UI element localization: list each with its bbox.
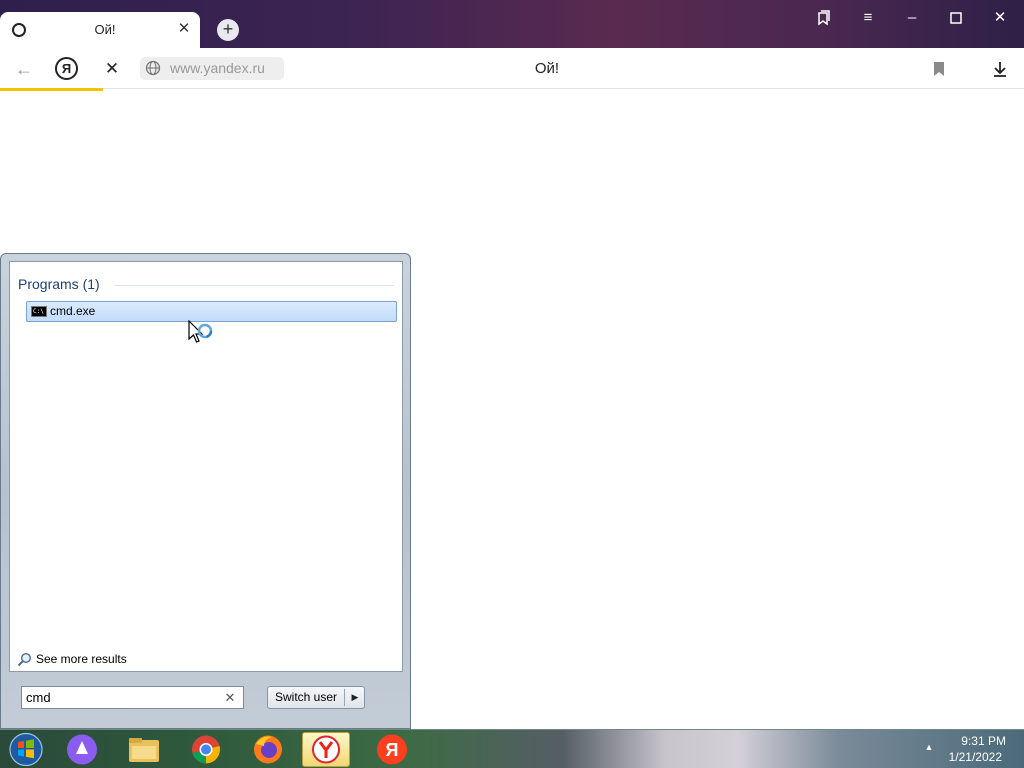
switch-user-label: Switch user (274, 690, 338, 704)
busy-cursor-icon (188, 320, 213, 343)
see-more-results-label: See more results (36, 652, 127, 666)
back-arrow-icon[interactable]: ← (11, 56, 37, 82)
new-tab-button[interactable]: + (217, 19, 239, 41)
tab-close-icon[interactable]: ✕ (176, 21, 192, 37)
shutdown-options-arrow-icon[interactable]: ▶ (348, 687, 362, 708)
browser-titlebar: Ой! ✕ + ≡ – ✕ (0, 0, 1024, 48)
chrome-icon[interactable] (186, 732, 226, 767)
loading-progress-bar (0, 88, 103, 91)
firefox-icon[interactable] (248, 732, 288, 767)
start-search-box[interactable]: ✕ (21, 686, 244, 709)
programs-group-header: Programs (1) (18, 276, 100, 292)
clock-time[interactable]: 9:31 PM (936, 734, 1006, 748)
minimize-icon[interactable]: – (897, 6, 927, 30)
clear-search-icon[interactable]: ✕ (222, 689, 238, 706)
magnifier-icon (17, 652, 32, 667)
stop-loading-icon[interactable]: ✕ (99, 56, 125, 82)
taskbar: Я ▲ 9:31 PM 1/21/2022 (0, 729, 1024, 768)
divider (114, 285, 394, 286)
address-bar: ← Я ✕ www.yandex.ru Ой! (0, 48, 1024, 89)
maximize-icon[interactable] (941, 6, 971, 30)
alice-icon[interactable] (62, 732, 102, 767)
close-window-icon[interactable]: ✕ (985, 6, 1015, 30)
svg-text:Я: Я (386, 740, 399, 760)
explorer-icon[interactable] (124, 732, 164, 767)
cmd-icon: C:\ (31, 306, 47, 317)
switch-user-button[interactable]: Switch user ▶ (267, 686, 365, 709)
clock-date[interactable]: 1/21/2022 (936, 750, 1002, 764)
tab-title: Ой! (94, 22, 116, 37)
search-result-label: cmd.exe (50, 304, 96, 318)
menu-icon[interactable]: ≡ (853, 6, 883, 30)
download-icon[interactable] (990, 59, 1010, 79)
start-search-input[interactable] (26, 689, 216, 706)
yandex-icon[interactable]: Я (372, 732, 412, 767)
page-title: Ой! (534, 60, 560, 77)
yandex-logo-icon[interactable]: Я (55, 57, 78, 80)
collections-icon[interactable] (809, 6, 839, 30)
start-orb-icon[interactable] (6, 732, 46, 767)
browser-tab[interactable]: Ой! ✕ (0, 12, 200, 48)
yandex-browser-icon[interactable] (302, 732, 350, 767)
search-result-cmd[interactable]: C:\ cmd.exe (26, 301, 397, 322)
url-field[interactable]: www.yandex.ru (140, 57, 284, 80)
globe-icon (145, 60, 161, 76)
url-text: www.yandex.ru (170, 60, 265, 76)
divider (344, 689, 345, 706)
bookmark-icon[interactable] (931, 60, 947, 78)
loading-circle-icon (12, 23, 26, 37)
show-hidden-icons-arrow-icon[interactable]: ▲ (924, 740, 934, 754)
